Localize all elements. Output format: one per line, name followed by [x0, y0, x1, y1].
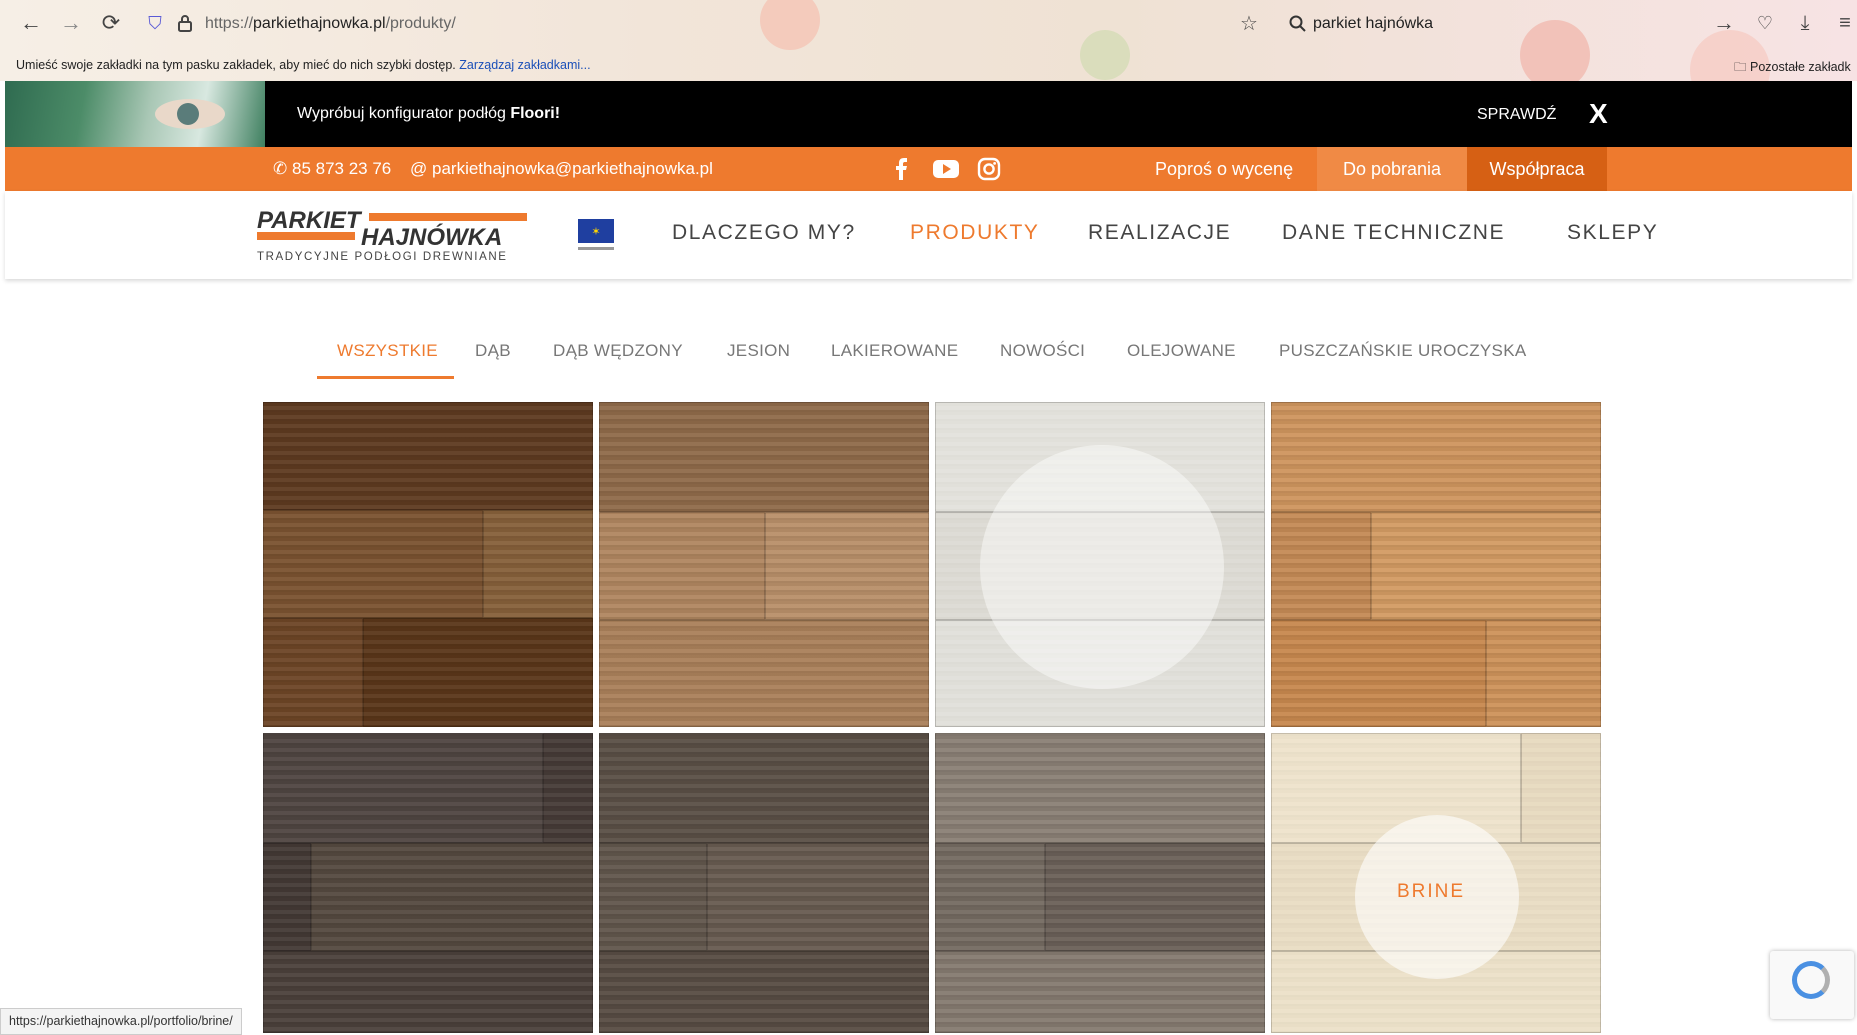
promo-banner: Wypróbuj konfigurator podłóg Floori! SPR… [5, 81, 1852, 147]
status-bar: https://parkiethajnowka.pl/portfolio/bri… [0, 1008, 242, 1035]
manage-bookmarks-link[interactable]: Zarządzaj zakładkami... [459, 58, 590, 72]
filter-new[interactable]: NOWOŚCI [1000, 341, 1085, 361]
browser-chrome: ← → ⟳ ⛉ https://parkiethajnowka.pl/produ… [0, 0, 1857, 81]
product-tile[interactable] [935, 733, 1265, 1033]
go-arrow-icon[interactable]: → [1707, 6, 1741, 40]
product-name: BRINE [1397, 881, 1466, 902]
wood-grain [263, 733, 593, 1033]
reload-icon[interactable]: ⟳ [94, 6, 128, 40]
cooperation-button[interactable]: Współpraca [1467, 147, 1607, 191]
filter-oiled[interactable]: OLEJOWANE [1127, 341, 1236, 361]
promo-text: Wypróbuj konfigurator podłóg Floori! [297, 105, 560, 123]
at-icon: @ [410, 159, 428, 178]
youtube-glyph [933, 160, 959, 178]
nav-stores[interactable]: SKLEPY [1567, 221, 1658, 245]
search-glyph [1289, 15, 1306, 32]
other-bookmarks-label: Pozostałe zakładk [1750, 60, 1851, 74]
facebook-glyph [896, 158, 907, 180]
product-tile[interactable] [599, 733, 929, 1033]
star-icon[interactable]: ☆ [1232, 6, 1266, 40]
request-quote-button[interactable]: Poproś o wycenę [1135, 147, 1313, 191]
eu-caption-line [578, 247, 614, 250]
product-tile[interactable] [935, 402, 1265, 727]
promo-close-button[interactable]: X [1589, 98, 1608, 130]
product-tile[interactable] [263, 402, 593, 727]
bookmarks-message: Umieść swoje zakładki na tym pasku zakła… [16, 58, 591, 72]
instagram-icon[interactable] [977, 157, 1001, 181]
phone-number: 85 873 23 76 [291, 159, 392, 178]
promo-check-button[interactable]: SPRAWDŹ [1477, 106, 1556, 124]
eu-stars: ✶ [578, 219, 614, 243]
nav-products[interactable]: PRODUKTY [910, 221, 1039, 245]
recaptcha-badge[interactable] [1770, 951, 1854, 1019]
product-tile[interactable] [263, 733, 593, 1033]
logo-stripe [369, 213, 527, 221]
contact-bar: ✆ 85 873 23 76 @ parkiethajnowka@parkiet… [5, 147, 1852, 191]
facebook-icon[interactable] [889, 157, 913, 181]
filter-all[interactable]: WSZYSTKIE [337, 341, 438, 361]
logo-tagline: TRADYCYJNE PODŁOGI DREWNIANE [257, 251, 508, 263]
promo-message: Wypróbuj konfigurator podłóg [297, 105, 511, 122]
bookmarks-bar: Umieść swoje zakładki na tym pasku zakła… [0, 48, 1857, 78]
wood-grain [599, 402, 929, 727]
shield-icon[interactable]: ⛉ [138, 6, 172, 40]
logo-line2: HAJNÓWKA [361, 224, 503, 251]
address-bar[interactable]: https://parkiethajnowka.pl/produkty/ [205, 15, 456, 33]
nav-why-us[interactable]: DLACZEGO MY? [672, 221, 856, 245]
active-filter-underline [317, 376, 454, 379]
site-logo[interactable]: PARKIET HAJNÓWKA TRADYCYJNE PODŁOGI DREW… [257, 207, 527, 267]
wood-grain [599, 733, 929, 1033]
filter-lacquered[interactable]: LAKIEROWANE [831, 341, 958, 361]
wood-grain [1271, 402, 1601, 727]
forward-icon[interactable]: → [54, 6, 88, 40]
back-icon[interactable]: ← [14, 6, 48, 40]
downloads-button[interactable]: Do pobrania [1317, 147, 1467, 191]
promo-image [5, 81, 265, 147]
logo-line1: PARKIET [257, 207, 361, 234]
youtube-icon[interactable] [932, 157, 960, 181]
phone-icon: ✆ [273, 159, 288, 178]
email-link[interactable]: @ parkiethajnowka@parkiethajnowka.pl [410, 159, 713, 179]
lock-icon[interactable] [168, 6, 202, 40]
product-tile[interactable] [599, 402, 929, 727]
lock-glyph [178, 15, 192, 32]
folder-icon: 🗀 [1734, 60, 1747, 74]
nav-realizations[interactable]: REALIZACJE [1088, 221, 1231, 245]
filter-oak[interactable]: DĄB [475, 341, 511, 361]
other-bookmarks[interactable]: 🗀 Pozostałe zakładk [1734, 58, 1851, 79]
product-tile[interactable] [1271, 402, 1601, 727]
nav-technical-data[interactable]: DANE TECHNICZNE [1282, 221, 1505, 245]
pocket-icon[interactable]: ♡ [1748, 6, 1782, 40]
instagram-glyph [977, 157, 1001, 181]
iris-shape [177, 103, 199, 125]
filter-forest-collection[interactable]: PUSZCZAŃSKIE UROCZYSKA [1279, 341, 1526, 361]
filter-smoked-oak[interactable]: DĄB WĘDZONY [553, 341, 683, 361]
promo-brand: Floori! [510, 105, 561, 122]
nav-bar: ← → ⟳ ⛉ https://parkiethajnowka.pl/produ… [0, 0, 1857, 46]
wood-grain [935, 733, 1265, 1033]
phone-link[interactable]: ✆ 85 873 23 76 [273, 159, 391, 179]
download-icon[interactable]: ⤓ [1788, 6, 1822, 40]
email-address: parkiethajnowka@parkiethajnowka.pl [432, 159, 713, 178]
logo-stripe [257, 232, 355, 240]
search-input[interactable]: parkiet hajnówka [1313, 15, 1433, 33]
main-header: PARKIET HAJNÓWKA TRADYCYJNE PODŁOGI DREW… [5, 191, 1852, 279]
bookmarks-message-text: Umieść swoje zakładki na tym pasku zakła… [16, 58, 456, 72]
url-prefix: https:// [205, 15, 254, 32]
filter-ash[interactable]: JESION [727, 341, 790, 361]
eu-flag-icon: ✶ [578, 219, 616, 253]
product-tile-brine[interactable]: BRINE [1271, 733, 1601, 1033]
hover-circle [980, 445, 1224, 689]
wood-grain [263, 402, 593, 727]
recaptcha-icon [1792, 961, 1830, 999]
search-icon [1280, 6, 1314, 40]
url-path: /produkty/ [385, 15, 456, 32]
url-host: parkiethajnowka.pl [253, 15, 386, 32]
menu-icon[interactable]: ≡ [1828, 6, 1857, 40]
